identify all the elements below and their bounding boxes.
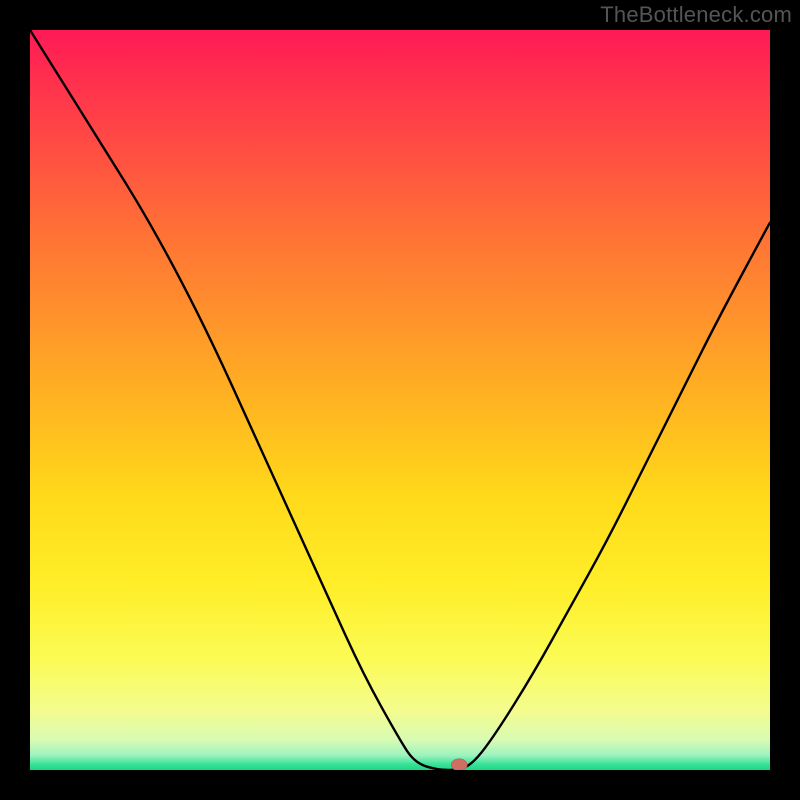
optimal-point-marker — [451, 759, 467, 770]
curve-layer — [30, 30, 770, 770]
plot-area — [30, 30, 770, 770]
watermark-label: TheBottleneck.com — [600, 2, 792, 28]
bottleneck-chart: TheBottleneck.com — [0, 0, 800, 800]
bottleneck-line — [30, 30, 770, 770]
